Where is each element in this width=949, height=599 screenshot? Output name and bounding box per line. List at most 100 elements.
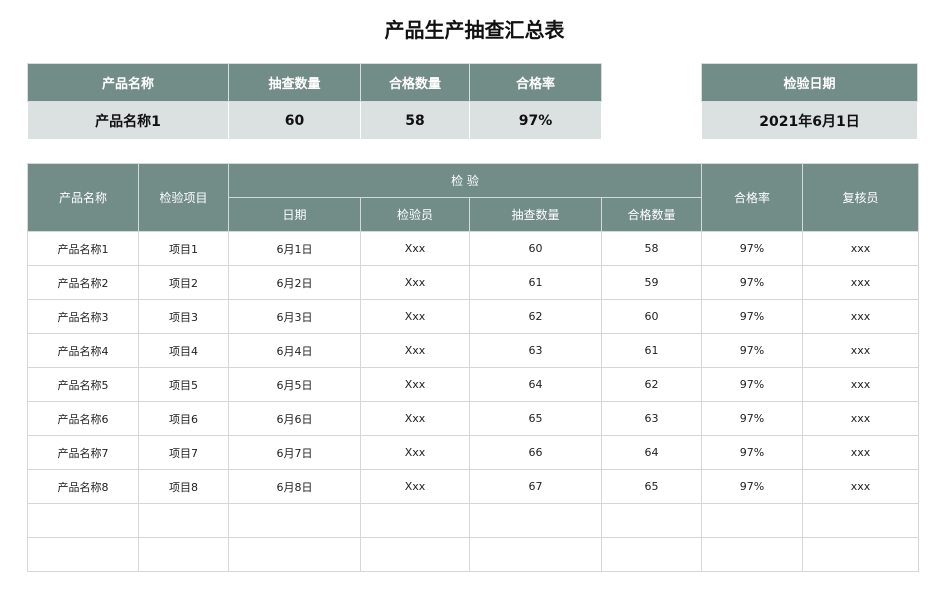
- cell-inspector[interactable]: [360, 503, 470, 538]
- cell-date[interactable]: 6月1日: [228, 231, 361, 266]
- cell-inspector[interactable]: Xxx: [360, 231, 470, 266]
- cell-sample-qty[interactable]: 63: [469, 333, 602, 368]
- cell-sample-qty[interactable]: 60: [469, 231, 602, 266]
- cell-reviewer[interactable]: xxx: [802, 299, 920, 334]
- summary-value-cell[interactable]: 97%: [469, 101, 602, 140]
- table-row: 产品名称3 项目3 6月3日 Xxx 62 60 97% xxx: [27, 299, 920, 334]
- cell-pass-qty[interactable]: [600, 503, 703, 538]
- cell-date[interactable]: 6月6日: [228, 401, 361, 436]
- summary-value-cell[interactable]: 60: [228, 101, 361, 140]
- cell-pass-rate[interactable]: 97%: [701, 469, 804, 504]
- cell-pass-rate[interactable]: 97%: [701, 435, 804, 470]
- cell-pass-qty[interactable]: 61: [600, 333, 703, 368]
- cell-pass-qty[interactable]: 60: [600, 299, 703, 334]
- cell-pass-rate[interactable]: 97%: [701, 299, 804, 334]
- cell-sample-qty[interactable]: [469, 503, 602, 538]
- cell-product[interactable]: 产品名称3: [27, 299, 139, 334]
- cell-sample-qty[interactable]: 65: [469, 401, 602, 436]
- cell-inspector[interactable]: Xxx: [360, 333, 470, 368]
- cell-product[interactable]: [27, 537, 139, 572]
- cell-pass-qty[interactable]: 63: [600, 401, 703, 436]
- summary-header-cell: 抽查数量: [228, 63, 361, 102]
- cell-item[interactable]: 项目7: [138, 435, 229, 470]
- summary-value-row: 产品名称1 60 58 97%: [27, 101, 602, 140]
- cell-reviewer[interactable]: xxx: [802, 469, 920, 504]
- cell-pass-rate[interactable]: 97%: [701, 367, 804, 402]
- cell-inspector[interactable]: Xxx: [360, 265, 470, 300]
- summary-header-row: 产品名称 抽查数量 合格数量 合格率: [27, 63, 602, 102]
- cell-reviewer[interactable]: xxx: [802, 265, 920, 300]
- cell-date[interactable]: 6月7日: [228, 435, 361, 470]
- cell-date[interactable]: 6月4日: [228, 333, 361, 368]
- cell-item[interactable]: [138, 503, 229, 538]
- cell-item[interactable]: 项目5: [138, 367, 229, 402]
- table-row: 产品名称1 项目1 6月1日 Xxx 60 58 97% xxx: [27, 231, 920, 266]
- detail-table: 产品名称 检验项目 检 验 合格率 复核员 日期 检验员 抽查数量 合格数量 产…: [27, 163, 920, 572]
- cell-reviewer[interactable]: [802, 503, 920, 538]
- cell-pass-qty[interactable]: 58: [600, 231, 703, 266]
- cell-item[interactable]: 项目2: [138, 265, 229, 300]
- inspection-date-value[interactable]: 2021年6月1日: [701, 101, 918, 140]
- cell-item[interactable]: 项目1: [138, 231, 229, 266]
- cell-item[interactable]: 项目8: [138, 469, 229, 504]
- cell-product[interactable]: 产品名称4: [27, 333, 139, 368]
- summary-value-cell[interactable]: 产品名称1: [27, 101, 229, 140]
- summary-header-cell: 合格数量: [360, 63, 470, 102]
- cell-pass-qty[interactable]: [600, 537, 703, 572]
- cell-pass-rate[interactable]: [701, 503, 804, 538]
- cell-inspector[interactable]: Xxx: [360, 435, 470, 470]
- column-header-item: 检验项目: [138, 163, 229, 232]
- cell-sample-qty[interactable]: [469, 537, 602, 572]
- cell-pass-qty[interactable]: 59: [600, 265, 703, 300]
- cell-pass-rate[interactable]: 97%: [701, 333, 804, 368]
- detail-header-row: 产品名称 检验项目 检 验 合格率 复核员: [27, 163, 920, 232]
- cell-sample-qty[interactable]: 66: [469, 435, 602, 470]
- cell-pass-qty[interactable]: 64: [600, 435, 703, 470]
- cell-pass-rate[interactable]: 97%: [701, 265, 804, 300]
- cell-pass-qty[interactable]: 65: [600, 469, 703, 504]
- cell-product[interactable]: 产品名称8: [27, 469, 139, 504]
- cell-date[interactable]: 6月3日: [228, 299, 361, 334]
- cell-product[interactable]: 产品名称1: [27, 231, 139, 266]
- cell-inspector[interactable]: Xxx: [360, 469, 470, 504]
- cell-reviewer[interactable]: xxx: [802, 401, 920, 436]
- cell-item[interactable]: 项目4: [138, 333, 229, 368]
- cell-pass-rate[interactable]: 97%: [701, 231, 804, 266]
- cell-product[interactable]: [27, 503, 139, 538]
- cell-date[interactable]: [228, 537, 361, 572]
- table-row: 产品名称5 项目5 6月5日 Xxx 64 62 97% xxx: [27, 367, 920, 402]
- summary-table: 产品名称 抽查数量 合格数量 合格率 产品名称1 60 58 97%: [27, 63, 602, 140]
- table-row: [27, 503, 920, 538]
- cell-reviewer[interactable]: xxx: [802, 231, 920, 266]
- cell-date[interactable]: 6月2日: [228, 265, 361, 300]
- cell-reviewer[interactable]: [802, 537, 920, 572]
- cell-sample-qty[interactable]: 64: [469, 367, 602, 402]
- cell-date[interactable]: 6月5日: [228, 367, 361, 402]
- cell-product[interactable]: 产品名称2: [27, 265, 139, 300]
- cell-reviewer[interactable]: xxx: [802, 435, 920, 470]
- cell-product[interactable]: 产品名称5: [27, 367, 139, 402]
- cell-inspector[interactable]: Xxx: [360, 401, 470, 436]
- page-title: 产品生产抽查汇总表: [384, 18, 565, 42]
- cell-item[interactable]: 项目6: [138, 401, 229, 436]
- cell-pass-rate[interactable]: 97%: [701, 401, 804, 436]
- cell-item[interactable]: 项目3: [138, 299, 229, 334]
- column-header-product: 产品名称: [27, 163, 139, 232]
- cell-product[interactable]: 产品名称6: [27, 401, 139, 436]
- cell-sample-qty[interactable]: 62: [469, 299, 602, 334]
- cell-product[interactable]: 产品名称7: [27, 435, 139, 470]
- cell-reviewer[interactable]: xxx: [802, 333, 920, 368]
- cell-sample-qty[interactable]: 67: [469, 469, 602, 504]
- summary-value-cell[interactable]: 58: [360, 101, 470, 140]
- cell-pass-rate[interactable]: [701, 537, 804, 572]
- cell-item[interactable]: [138, 537, 229, 572]
- cell-date[interactable]: [228, 503, 361, 538]
- cell-sample-qty[interactable]: 61: [469, 265, 602, 300]
- summary-header-cell: 产品名称: [27, 63, 229, 102]
- cell-inspector[interactable]: Xxx: [360, 367, 470, 402]
- cell-inspector[interactable]: [360, 537, 470, 572]
- cell-pass-qty[interactable]: 62: [600, 367, 703, 402]
- cell-reviewer[interactable]: xxx: [802, 367, 920, 402]
- cell-inspector[interactable]: Xxx: [360, 299, 470, 334]
- cell-date[interactable]: 6月8日: [228, 469, 361, 504]
